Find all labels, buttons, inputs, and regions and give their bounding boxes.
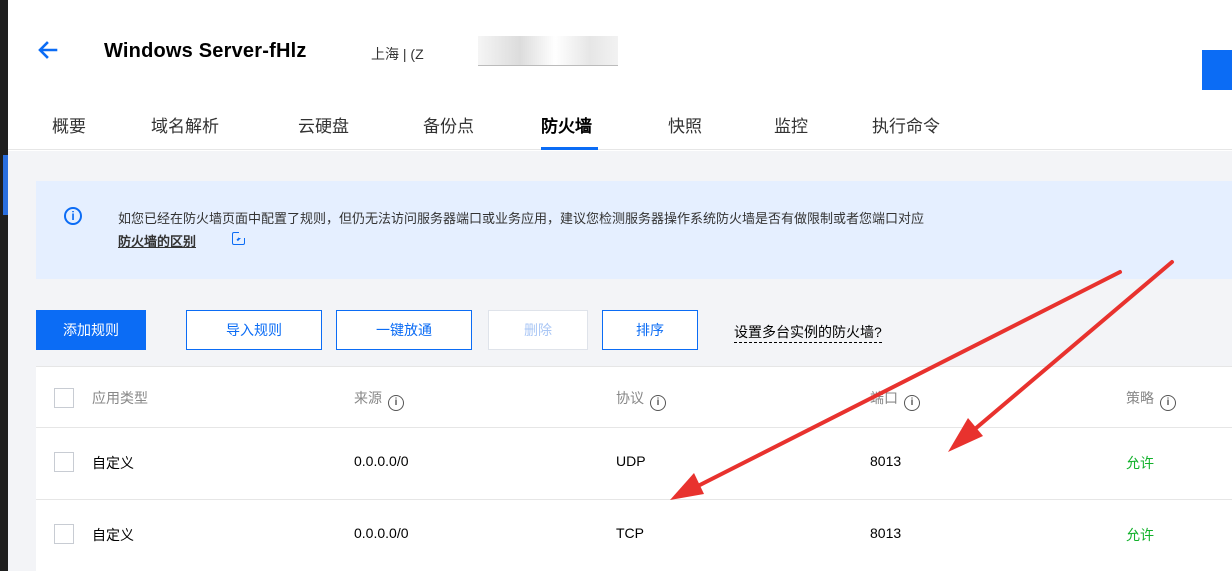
delete-button[interactable]: 删除 (488, 310, 588, 350)
cell-source: 0.0.0.0/0 (354, 453, 409, 469)
cell-policy: 允许 (1126, 455, 1154, 471)
cell-protocol: TCP (616, 525, 644, 541)
cell-type: 自定义 (92, 455, 134, 471)
help-icon[interactable]: i (650, 395, 666, 411)
server-region: 上海 | (Z (371, 46, 424, 62)
cell-port: 8013 (870, 525, 902, 541)
tab-monitor[interactable]: 监控 (774, 112, 810, 150)
add-rule-button[interactable]: 添加规则 (36, 310, 146, 350)
cell-protocol: UDP (616, 453, 646, 469)
notice-banner: i 如您已经在防火墙页面中配置了规则，但仍无法访问服务器端口或业务应用，建议您检… (36, 181, 1232, 279)
import-rule-button[interactable]: 导入规则 (186, 310, 322, 350)
tab-execute-command[interactable]: 执行命令 (872, 112, 944, 150)
row-checkbox[interactable] (54, 524, 74, 544)
help-icon[interactable]: i (388, 395, 404, 411)
header-policy: 策略 i (1126, 388, 1176, 411)
tab-cloud-disk[interactable]: 云硬盘 (298, 112, 352, 150)
tab-firewall[interactable]: 防火墙 (541, 112, 598, 150)
header-source: 来源 i (354, 388, 404, 411)
select-all-checkbox[interactable] (54, 388, 74, 408)
notice-text: 如您已经在防火墙页面中配置了规则，但仍无法访问服务器端口或业务应用，建议您检测服… (118, 211, 925, 226)
cell-port: 8013 (870, 453, 902, 469)
table-row: 自定义 0.0.0.0/0 TCP 8013 允许 (36, 500, 1232, 571)
cell-source: 0.0.0.0/0 (354, 525, 409, 541)
server-title: Windows Server-fHlz (104, 40, 307, 62)
tab-dns[interactable]: 域名解析 (151, 112, 223, 150)
firewall-rules-table: 应用类型 来源 i 协议 i 端口 i 策略 i 自定义 0.0.0.0/0 UDP 8… (36, 366, 1232, 571)
cell-type: 自定义 (92, 527, 134, 543)
header-action-button[interactable] (1202, 50, 1232, 90)
row-checkbox[interactable] (54, 452, 74, 472)
tab-snapshot[interactable]: 快照 (668, 112, 704, 150)
header-port: 端口 i (870, 388, 920, 411)
sort-button[interactable]: 排序 (602, 310, 698, 350)
header-type: 应用类型 (92, 390, 148, 406)
firewall-difference-link[interactable]: 防火墙的区别 (118, 231, 196, 250)
table-row: 自定义 0.0.0.0/0 UDP 8013 允许 (36, 428, 1232, 500)
one-click-open-button[interactable]: 一键放通 (336, 310, 472, 350)
info-icon: i (64, 207, 82, 225)
external-link-icon[interactable] (232, 232, 245, 245)
multi-instance-firewall-link[interactable]: 设置多台实例的防火墙? (734, 322, 882, 343)
header-protocol: 协议 i (616, 388, 666, 411)
help-icon[interactable]: i (1160, 395, 1176, 411)
left-window-edge (0, 0, 8, 571)
redacted-area (478, 36, 618, 66)
tab-backup[interactable]: 备份点 (423, 112, 477, 150)
tab-overview[interactable]: 概要 (52, 112, 88, 150)
cell-policy: 允许 (1126, 527, 1154, 543)
arrow-left-icon[interactable] (36, 38, 60, 62)
table-header-row: 应用类型 来源 i 协议 i 端口 i 策略 i (36, 366, 1232, 428)
help-icon[interactable]: i (904, 395, 920, 411)
